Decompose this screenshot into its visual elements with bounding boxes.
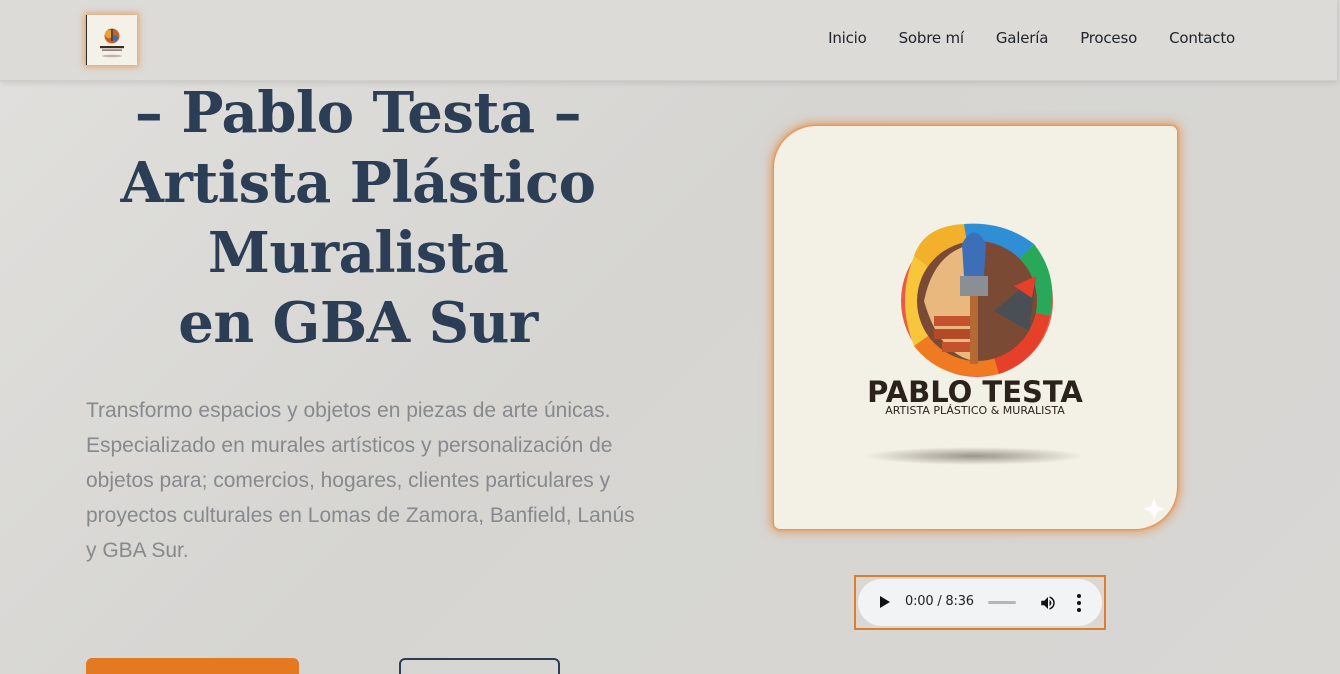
nav-galeria[interactable]: Galería xyxy=(996,29,1049,47)
audio-progress-slider[interactable] xyxy=(988,601,1016,604)
hero-description: Transformo espacios y objetos en piezas … xyxy=(86,399,635,562)
audio-controls: 0:00 / 8:36 xyxy=(858,579,1102,626)
primary-cta-button[interactable] xyxy=(86,658,299,674)
nav-inicio[interactable]: Inicio xyxy=(828,29,867,47)
volume-icon[interactable] xyxy=(1039,594,1057,612)
sparkle-icon xyxy=(1143,498,1165,520)
audio-player: 0:00 / 8:36 xyxy=(854,575,1106,630)
card-brand-tagline: ARTISTA PLÁSTICO & MURALISTA xyxy=(885,404,1065,417)
secondary-cta-button[interactable] xyxy=(399,658,560,674)
hero-image-card: PABLO TESTA ARTISTA PLÁSTICO & MURALISTA xyxy=(774,126,1177,529)
hero-title-line: Artista Plástico xyxy=(120,150,596,216)
nav-proceso[interactable]: Proceso xyxy=(1080,29,1137,47)
site-logo[interactable] xyxy=(86,15,137,65)
hero-title-line: en GBA Sur xyxy=(178,290,538,356)
hero-title-line: – Pablo Testa – xyxy=(134,80,582,146)
logo-graphic xyxy=(100,28,124,58)
brand-logo-illustration: PABLO TESTA ARTISTA PLÁSTICO & MURALISTA xyxy=(864,223,1165,520)
nav-contacto[interactable]: Contacto xyxy=(1169,29,1235,47)
nav-sobre-mi[interactable]: Sobre mí xyxy=(899,29,964,47)
main-nav: Inicio Sobre mí Galería Proceso Contacto xyxy=(828,29,1235,47)
more-vertical-icon[interactable] xyxy=(1076,594,1082,612)
audio-time: 0:00 / 8:36 xyxy=(905,594,974,609)
hero-title: – Pablo Testa – Artista Plástico Muralis… xyxy=(86,78,630,358)
hero-title-line: Muralista xyxy=(207,220,509,286)
play-icon[interactable] xyxy=(880,596,890,608)
site-header: Inicio Sobre mí Galería Proceso Contacto xyxy=(0,0,1337,81)
